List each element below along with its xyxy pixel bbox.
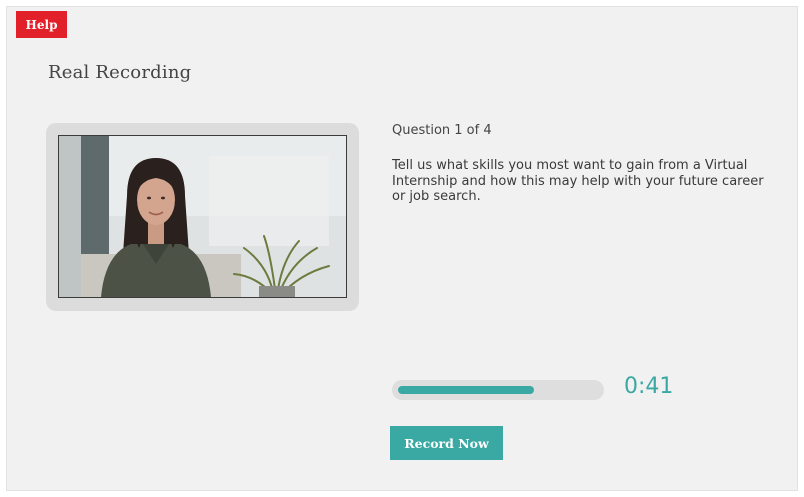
- recording-timer: 0:41: [624, 374, 674, 399]
- record-now-button[interactable]: Record Now: [390, 426, 503, 460]
- recording-progress-fill: [398, 386, 534, 394]
- video-preview-frame: [46, 123, 359, 311]
- recording-progress-bar: [392, 380, 604, 400]
- webcam-video-feed: [58, 135, 347, 298]
- question-counter: Question 1 of 4: [392, 123, 492, 138]
- help-button[interactable]: Help: [16, 11, 67, 38]
- question-text: Tell us what skills you most want to gai…: [392, 158, 764, 204]
- page-title: Real Recording: [48, 62, 192, 83]
